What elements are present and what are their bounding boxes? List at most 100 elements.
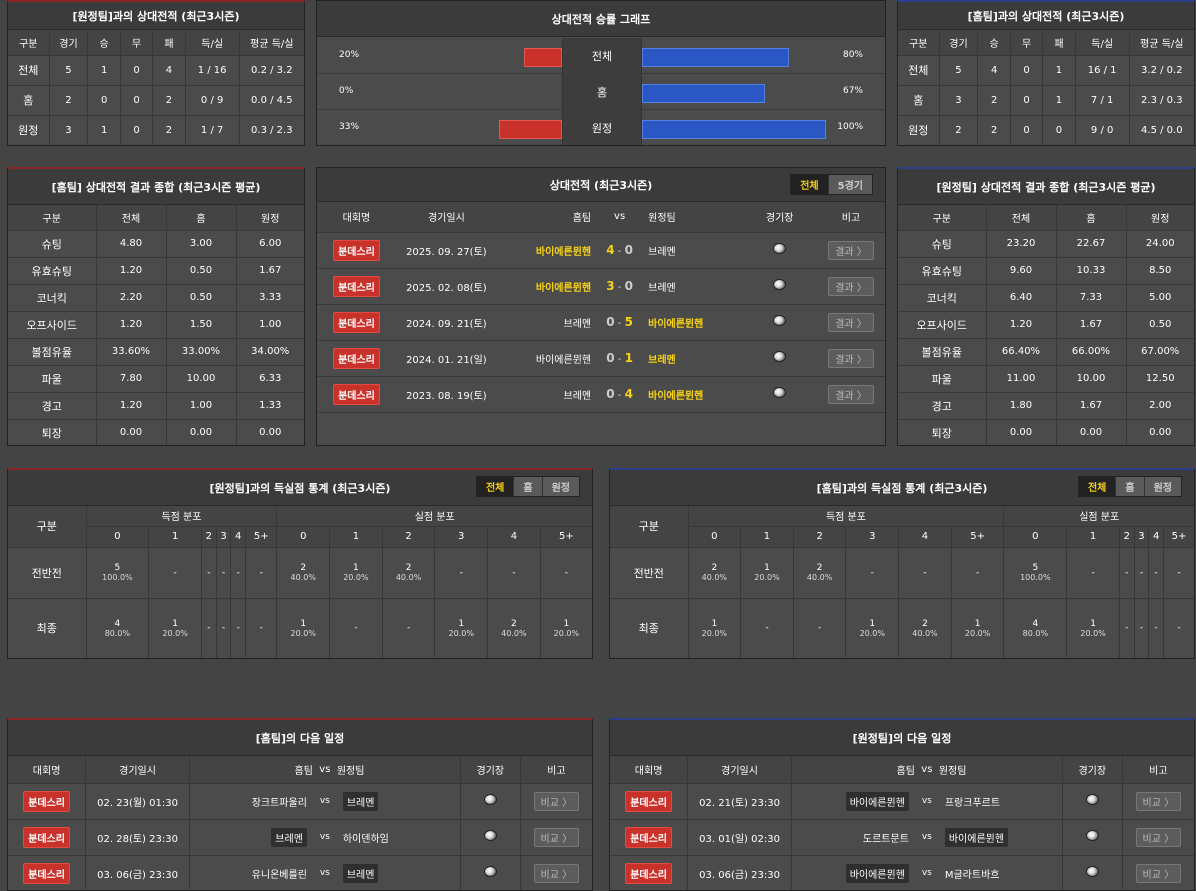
- away-team[interactable]: 브레멘: [648, 232, 743, 269]
- compare-button[interactable]: 비교 〉: [533, 791, 580, 811]
- schedule-row[interactable]: 분데스리 02. 21(토) 23:30 바이에른뮌헨 vs 프랑크푸르트 비교 〉: [610, 783, 1194, 820]
- compare-button[interactable]: 비교 〉: [1135, 791, 1182, 811]
- dist-count: 4: [1032, 618, 1039, 629]
- away-team[interactable]: 브레멘: [648, 268, 743, 305]
- soccer-ball-icon[interactable]: [1085, 830, 1099, 841]
- result-button[interactable]: 결과 〉: [828, 240, 874, 260]
- league-badge[interactable]: 분데스리: [333, 347, 380, 369]
- dist-count: -: [354, 623, 358, 633]
- schedule-row[interactable]: 분데스리 03. 06(금) 23:30 유니온베를린 vs 브레멘 비교 〉: [8, 855, 592, 890]
- column-header: vs: [312, 756, 337, 784]
- tab-all[interactable]: 전체: [476, 477, 515, 496]
- header-row: 구분 경기 승 무 패 득/실 평균 득/실: [8, 30, 304, 56]
- away-team[interactable]: 바이에른뮌헨: [944, 827, 1009, 847]
- league-badge[interactable]: 분데스리: [23, 826, 71, 848]
- tab-home[interactable]: 홈: [514, 477, 543, 496]
- schedule-row[interactable]: 분데스리 03. 06(금) 23:30 바이에른뮌헨 vs M글라트바흐 비교 〉: [610, 855, 1194, 890]
- table-cell: 0.50: [166, 284, 237, 312]
- bucket-header: 3: [845, 526, 900, 548]
- league-badge[interactable]: 분데스리: [625, 790, 673, 812]
- compare-button[interactable]: 비교 〉: [533, 827, 580, 847]
- away-team[interactable]: 프랑크푸르트: [945, 798, 1000, 809]
- dist-count: -: [173, 567, 177, 578]
- soccer-ball-icon[interactable]: [483, 830, 497, 841]
- league-badge[interactable]: 분데스리: [333, 311, 380, 333]
- away-team[interactable]: 브레멘: [342, 863, 379, 883]
- away-team[interactable]: 하이덴하임: [343, 834, 389, 845]
- soccer-ball-icon[interactable]: [773, 387, 787, 398]
- dist-cell: 4 80.0%: [1003, 598, 1068, 658]
- dist-percent: 20.0%: [1080, 628, 1106, 638]
- match-row[interactable]: 분데스리 2023. 08. 19(토) 브레멘 0 - 4 바이에른뮌헨 결과 〉: [317, 376, 885, 413]
- result-button[interactable]: 결과 〉: [828, 348, 874, 368]
- schedule-row[interactable]: 분데스리 02. 28(토) 23:30 브레멘 vs 하이덴하임 비교 〉: [8, 819, 592, 856]
- home-team[interactable]: 바이에른뮌헨: [496, 232, 592, 269]
- away-team[interactable]: 바이에른뮌헨: [648, 376, 743, 413]
- away-team[interactable]: 바이에른뮌헨: [648, 304, 743, 341]
- match-row[interactable]: 분데스리 2024. 09. 21(토) 브레멘 0 - 5 바이에른뮌헨 결과 〉: [317, 304, 885, 341]
- tab-home[interactable]: 홈: [1116, 477, 1145, 496]
- soccer-ball-icon[interactable]: [1085, 866, 1099, 877]
- home-team[interactable]: 도르트문트: [863, 834, 909, 845]
- tab-all[interactable]: 전체: [791, 175, 829, 194]
- schedule-row[interactable]: 분데스리 03. 01(일) 02:30 도르트문트 vs 바이에른뮌헨 비교 〉: [610, 819, 1194, 856]
- dist-cell: -: [1163, 547, 1194, 599]
- result-button[interactable]: 결과 〉: [828, 384, 874, 404]
- home-team[interactable]: 브레멘: [496, 376, 592, 413]
- tab-all[interactable]: 전체: [1078, 477, 1117, 496]
- soccer-ball-icon[interactable]: [483, 794, 497, 805]
- compare-button[interactable]: 비교 〉: [1135, 827, 1182, 847]
- home-team[interactable]: 장크트파울리: [252, 798, 307, 809]
- soccer-ball-icon[interactable]: [773, 243, 787, 254]
- soccer-ball-icon[interactable]: [773, 315, 787, 326]
- home-team[interactable]: 유니온베를린: [252, 870, 307, 881]
- soccer-ball-icon[interactable]: [483, 866, 497, 877]
- away-team[interactable]: M글라트바흐: [945, 870, 1000, 881]
- bucket-header: 2: [793, 526, 847, 548]
- tab-5games[interactable]: 5경기: [828, 175, 872, 194]
- compare-button[interactable]: 비교 〉: [533, 863, 580, 883]
- league-badge[interactable]: 분데스리: [333, 239, 380, 261]
- home-team[interactable]: 바이에른뮌헨: [845, 863, 909, 883]
- away-score: 0: [624, 279, 633, 293]
- soccer-ball-icon[interactable]: [1085, 794, 1099, 805]
- result-button[interactable]: 결과 〉: [828, 276, 874, 296]
- league-badge[interactable]: 분데스리: [23, 790, 71, 812]
- away-team[interactable]: 브레멘: [342, 791, 379, 811]
- match-row[interactable]: 분데스리 2024. 01. 21(일) 바이에른뮌헨 0 - 1 브레멘 결과 〉: [317, 340, 885, 377]
- tab-away[interactable]: 원정: [542, 477, 579, 496]
- dist-cell: 2 40.0%: [688, 547, 742, 599]
- league-badge[interactable]: 분데스리: [333, 275, 380, 297]
- match-row[interactable]: 분데스리 2025. 02. 08(토) 바이에른뮌헨 3 - 0 브레멘 결과 〉: [317, 268, 885, 305]
- away-stats-panel: [원정팀] 상대전적 결과 종합 (최근3시즌 평균) 구분 전체 홈 원정 슈팅 23.…: [897, 167, 1195, 446]
- home-team[interactable]: 브레멘: [271, 827, 307, 847]
- score-dash: -: [614, 354, 625, 365]
- home-team[interactable]: 브레멘: [496, 304, 592, 341]
- result-button[interactable]: 결과 〉: [828, 312, 874, 332]
- home-team[interactable]: 바이에른뮌헨: [845, 791, 909, 811]
- match-row[interactable]: 분데스리 2025. 09. 27(토) 바이에른뮌헨 4 - 0 브레멘 결과 〉: [317, 232, 885, 269]
- schedule-row[interactable]: 분데스리 02. 23(월) 01:30 장크트파울리 vs 브레멘 비교 〉: [8, 783, 592, 820]
- league-badge[interactable]: 분데스리: [625, 862, 673, 884]
- bucket-header: 2: [1119, 526, 1135, 548]
- league-badge[interactable]: 분데스리: [625, 826, 673, 848]
- dist-percent: 40.0%: [806, 573, 833, 582]
- dist-percent: 80.0%: [104, 628, 131, 638]
- soccer-ball-icon[interactable]: [773, 351, 787, 362]
- home-team[interactable]: 바이에른뮌헨: [496, 340, 592, 377]
- soccer-ball-icon[interactable]: [773, 279, 787, 290]
- league-cell: 분데스리: [317, 304, 396, 341]
- away-team[interactable]: 브레멘: [648, 340, 743, 377]
- score-dash: -: [614, 282, 625, 293]
- league-badge[interactable]: 분데스리: [23, 862, 71, 884]
- league-cell: 분데스리: [8, 783, 87, 820]
- league-badge[interactable]: 분데스리: [333, 383, 380, 405]
- column-header: 경기일시: [687, 756, 792, 784]
- home-team[interactable]: 바이에른뮌헨: [496, 268, 592, 305]
- compare-button[interactable]: 비교 〉: [1135, 863, 1182, 883]
- bucket-header: 1: [329, 526, 383, 548]
- table-cell: 0: [87, 85, 121, 116]
- table-row: 퇴장 0.00 0.00 0.00: [8, 419, 304, 445]
- table-cell: 23.20: [986, 230, 1057, 258]
- tab-away[interactable]: 원정: [1144, 477, 1181, 496]
